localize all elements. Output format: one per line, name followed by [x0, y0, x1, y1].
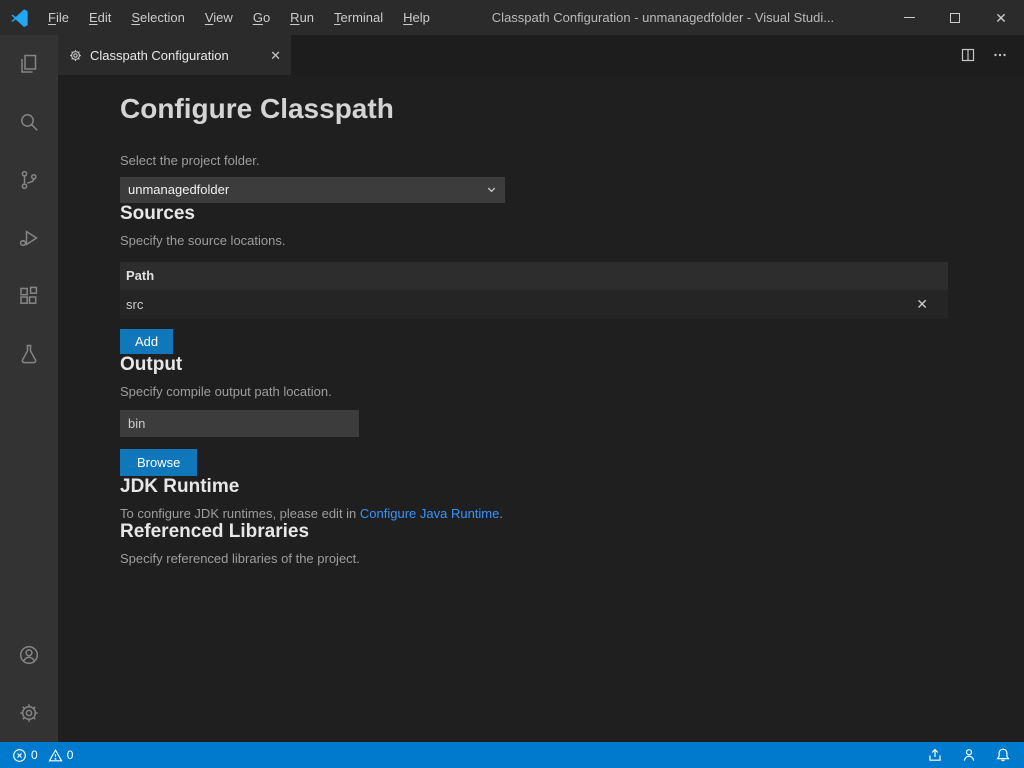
- vscode-window: File Edit Selection View Go Run Terminal…: [0, 0, 1024, 768]
- window-controls: ✕: [886, 0, 1024, 35]
- tabbar-actions: [960, 35, 1024, 75]
- jdk-text-before: To configure JDK runtimes, please edit i…: [120, 506, 360, 521]
- jdk-text-after: .: [499, 506, 503, 521]
- window-title: Classpath Configuration - unmanagedfolde…: [440, 10, 886, 25]
- referenced-libraries-description: Specify referenced libraries of the proj…: [120, 551, 1024, 566]
- editor-group: Classpath Configuration ✕: [58, 35, 1024, 742]
- vscode-logo-icon: [0, 8, 38, 27]
- referenced-libraries-heading: Referenced Libraries: [120, 521, 1024, 543]
- settings-gear-icon[interactable]: [0, 684, 58, 742]
- account-icon[interactable]: [0, 626, 58, 684]
- maximize-button[interactable]: [932, 0, 978, 35]
- extensions-icon[interactable]: [0, 267, 58, 325]
- menu-edit[interactable]: Edit: [79, 0, 121, 35]
- classpath-tab-icon: [68, 48, 83, 63]
- tab-close-icon[interactable]: ✕: [270, 49, 281, 62]
- sources-table: Path src ✕: [120, 262, 948, 319]
- menu-go[interactable]: Go: [243, 0, 280, 35]
- jdk-runtime-description: To configure JDK runtimes, please edit i…: [120, 506, 1024, 521]
- warning-icon: [48, 748, 63, 763]
- minimize-button[interactable]: [886, 0, 932, 35]
- tab-label: Classpath Configuration: [90, 48, 229, 63]
- menu-help[interactable]: Help: [393, 0, 440, 35]
- error-count: 0: [31, 748, 38, 762]
- menu-view[interactable]: View: [195, 0, 243, 35]
- split-editor-icon[interactable]: [960, 47, 976, 63]
- feedback-icon[interactable]: [958, 742, 980, 768]
- output-heading: Output: [120, 354, 1024, 376]
- share-icon[interactable]: [924, 742, 946, 768]
- jdk-runtime-heading: JDK Runtime: [120, 476, 1024, 498]
- explorer-icon[interactable]: [0, 35, 58, 93]
- run-debug-icon[interactable]: [0, 209, 58, 267]
- problems-status[interactable]: 0 0: [8, 742, 83, 768]
- output-path-input[interactable]: [120, 410, 359, 437]
- page-title: Configure Classpath: [120, 92, 1024, 126]
- menu-selection[interactable]: Selection: [121, 0, 194, 35]
- project-folder-select[interactable]: unmanagedfolder: [120, 177, 505, 203]
- menu-run[interactable]: Run: [280, 0, 324, 35]
- statusbar: 0 0: [0, 742, 1024, 768]
- menubar: File Edit Selection View Go Run Terminal…: [38, 0, 440, 35]
- bell-icon[interactable]: [992, 742, 1014, 768]
- source-row[interactable]: src ✕: [120, 290, 948, 319]
- source-control-icon[interactable]: [0, 151, 58, 209]
- add-source-button[interactable]: Add: [120, 329, 173, 354]
- sources-heading: Sources: [120, 203, 1024, 225]
- error-icon: [12, 748, 27, 763]
- chevron-down-icon: [486, 184, 497, 195]
- titlebar: File Edit Selection View Go Run Terminal…: [0, 0, 1024, 35]
- minimize-icon: [904, 17, 915, 18]
- close-window-button[interactable]: ✕: [978, 0, 1024, 35]
- maximize-icon: [950, 13, 960, 23]
- statusbar-right: [924, 742, 1024, 768]
- remove-source-icon[interactable]: ✕: [916, 297, 928, 311]
- tab-classpath-configuration[interactable]: Classpath Configuration ✕: [58, 35, 291, 75]
- classpath-configuration-page: Configure Classpath Select the project f…: [58, 75, 1024, 742]
- project-folder-label: Select the project folder.: [120, 153, 1024, 168]
- source-path-value: src: [126, 297, 143, 312]
- path-column-header: Path: [120, 262, 948, 290]
- activitybar-spacer: [0, 383, 58, 626]
- project-folder-value: unmanagedfolder: [128, 182, 229, 197]
- browse-button[interactable]: Browse: [120, 449, 197, 476]
- tabbar: Classpath Configuration ✕: [58, 35, 1024, 75]
- testing-icon[interactable]: [0, 325, 58, 383]
- close-icon: ✕: [995, 11, 1007, 25]
- menu-terminal[interactable]: Terminal: [324, 0, 393, 35]
- configure-java-runtime-link[interactable]: Configure Java Runtime: [360, 506, 499, 521]
- activitybar: [0, 35, 58, 742]
- menu-file[interactable]: File: [38, 0, 79, 35]
- search-icon[interactable]: [0, 93, 58, 151]
- main-area: Classpath Configuration ✕: [0, 35, 1024, 742]
- sources-description: Specify the source locations.: [120, 233, 1024, 248]
- warning-count: 0: [67, 748, 74, 762]
- more-actions-icon[interactable]: [992, 47, 1008, 63]
- output-description: Specify compile output path location.: [120, 384, 1024, 399]
